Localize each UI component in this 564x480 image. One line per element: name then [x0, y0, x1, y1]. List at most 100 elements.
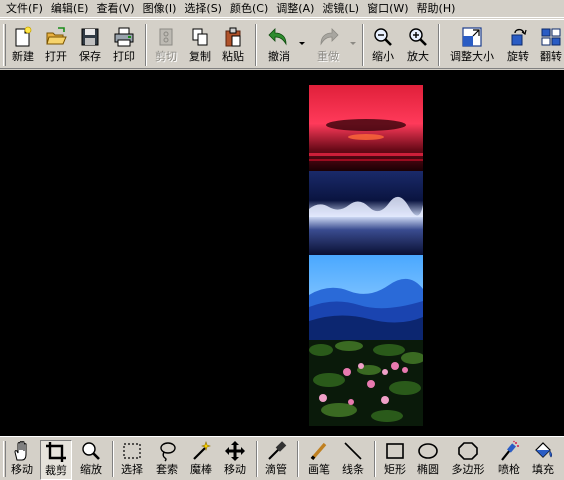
- polygon-tool-label: 多边形: [451, 463, 485, 476]
- resize-button[interactable]: 调整大小: [447, 24, 497, 68]
- cut-button[interactable]: 剪切: [151, 24, 181, 68]
- line-tool-label: 线条: [342, 463, 364, 476]
- magic-wand-tool-button[interactable]: 魔棒: [186, 440, 216, 480]
- paste-label: 粘贴: [222, 50, 244, 63]
- zoom-out-icon: [374, 28, 392, 46]
- paste-button[interactable]: 粘贴: [218, 24, 248, 68]
- rotate-label: 旋转: [507, 50, 529, 63]
- save-button[interactable]: 保存: [75, 24, 105, 68]
- toolbar-separator: [374, 441, 376, 477]
- blue-mountains-image: [309, 255, 423, 340]
- line-icon: [344, 442, 362, 460]
- pencil-tool-button[interactable]: 画笔: [304, 440, 334, 480]
- paint-bucket-icon: [535, 442, 553, 458]
- redo-button[interactable]: 重做: [313, 24, 343, 68]
- move-tool-label: 移动: [11, 463, 33, 476]
- eyedropper-icon: [268, 441, 287, 460]
- zoom-in-icon: [409, 28, 427, 46]
- fill-tool-button[interactable]: 填充: [528, 440, 558, 480]
- print-label: 打印: [113, 50, 135, 63]
- rotate-button[interactable]: 旋转: [503, 24, 533, 68]
- resize-label: 调整大小: [450, 50, 494, 63]
- cut-label: 剪切: [155, 50, 177, 63]
- sunset-image: [309, 85, 423, 171]
- magic-wand-icon: [193, 441, 211, 460]
- crop-icon: [46, 442, 66, 462]
- menu-file[interactable]: 文件(F): [0, 0, 47, 18]
- zoom-tool-button[interactable]: 缩放: [76, 440, 106, 480]
- menu-filter[interactable]: 滤镜(L): [318, 0, 363, 18]
- toolbar-separator: [362, 24, 364, 66]
- toolbar-separator: [112, 441, 114, 477]
- save-disk-icon: [81, 28, 99, 46]
- menu-window[interactable]: 窗口(W): [363, 0, 412, 18]
- pencil-tool-label: 画笔: [308, 463, 330, 476]
- flip-button[interactable]: 翻转: [536, 24, 564, 68]
- toolbar-separator: [438, 24, 440, 66]
- menu-bar: 文件(F) 编辑(E) 查看(V) 图像(I) 选择(S) 颜色(C) 调整(A…: [0, 0, 564, 18]
- polygon-icon: [458, 442, 478, 460]
- menu-color[interactable]: 颜色(C): [226, 0, 272, 18]
- airbrush-tool-button[interactable]: 喷枪: [494, 440, 524, 480]
- hand-icon: [14, 441, 27, 461]
- new-button[interactable]: 新建: [8, 24, 38, 68]
- select-tool-button[interactable]: 选择: [117, 440, 147, 480]
- ellipse-tool-button[interactable]: 椭圆: [413, 440, 443, 480]
- move-selection-tool-button[interactable]: 移动: [220, 440, 250, 480]
- menu-image[interactable]: 图像(I): [139, 0, 181, 18]
- water-lilies-image: [309, 340, 423, 426]
- toolbar-grip[interactable]: [3, 24, 6, 66]
- eyedropper-tool-button[interactable]: 滴管: [261, 440, 291, 480]
- copy-button[interactable]: 复制: [185, 24, 215, 68]
- toolbar-grip[interactable]: [3, 441, 6, 477]
- move-tool-button[interactable]: 移动: [8, 440, 36, 480]
- pencil-icon: [310, 442, 327, 461]
- lasso-tool-button[interactable]: 套索: [152, 440, 182, 480]
- undo-button[interactable]: 撤消: [264, 24, 294, 68]
- zoom-in-button[interactable]: 放大: [403, 24, 433, 68]
- copy-icon: [192, 28, 208, 46]
- rotate-icon: [511, 28, 527, 46]
- zoom-out-label: 缩小: [372, 50, 394, 63]
- lasso-icon: [160, 442, 176, 462]
- toolbar-separator: [255, 24, 257, 66]
- toolbar-separator: [256, 441, 258, 477]
- menu-edit[interactable]: 编辑(E): [47, 0, 93, 18]
- airbrush-icon: [501, 440, 519, 461]
- rectangle-tool-button[interactable]: 矩形: [380, 440, 410, 480]
- print-button[interactable]: 打印: [109, 24, 139, 68]
- zoom-tool-label: 缩放: [80, 463, 102, 476]
- ellipse-tool-label: 椭圆: [417, 463, 439, 476]
- menu-select[interactable]: 选择(S): [180, 0, 226, 18]
- rectangle-tool-label: 矩形: [384, 463, 406, 476]
- open-button[interactable]: 打开: [41, 24, 71, 68]
- image-canvas[interactable]: [0, 70, 564, 436]
- copy-label: 复制: [189, 50, 211, 63]
- tools-toolbar: 移动 裁剪 缩放 选择 套索 魔棒 移动 滴管 画笔 线条 矩形 椭圆 多边形 …: [0, 436, 564, 480]
- toolbar-separator: [145, 24, 147, 66]
- line-tool-button[interactable]: 线条: [338, 440, 368, 480]
- move-selection-tool-label: 移动: [224, 463, 246, 476]
- select-tool-label: 选择: [121, 463, 143, 476]
- undo-dropdown-arrow-icon[interactable]: [299, 42, 305, 45]
- ocean-wave-image: [309, 171, 423, 255]
- cut-scissors-icon: [159, 28, 173, 46]
- crop-tool-button[interactable]: 裁剪: [40, 440, 72, 480]
- eyedropper-tool-label: 滴管: [265, 463, 287, 476]
- menu-help[interactable]: 帮助(H): [413, 0, 460, 18]
- magic-wand-tool-label: 魔棒: [190, 463, 212, 476]
- fill-tool-label: 填充: [532, 463, 554, 476]
- new-file-icon: [15, 26, 32, 47]
- menu-adjust[interactable]: 调整(A): [272, 0, 318, 18]
- menu-view[interactable]: 查看(V): [92, 0, 138, 18]
- redo-label: 重做: [317, 50, 339, 63]
- lasso-tool-label: 套索: [156, 463, 178, 476]
- redo-arrow-icon: [320, 28, 339, 46]
- flip-icon: [541, 28, 561, 46]
- zoom-out-button[interactable]: 缩小: [368, 24, 398, 68]
- polygon-tool-button[interactable]: 多边形: [448, 440, 488, 480]
- rectangle-icon: [386, 443, 404, 459]
- undo-arrow-icon: [268, 28, 287, 46]
- resize-icon: [462, 27, 482, 47]
- redo-dropdown-arrow-icon[interactable]: [350, 42, 356, 45]
